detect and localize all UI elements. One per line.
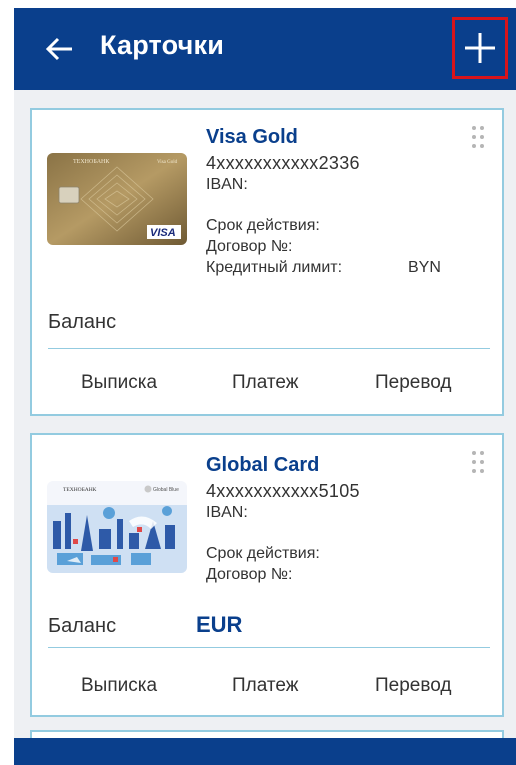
page-title: Карточки: [100, 30, 225, 60]
app-bar: Карточки: [14, 8, 516, 90]
card-bank-text: ТЕХНОБАНК: [73, 159, 110, 165]
statement-button[interactable]: Выписка: [81, 372, 157, 394]
transfer-button[interactable]: Перевод: [375, 372, 451, 394]
app-screen: Карточки ТЕХНОБАНК Visa Gold VISA Visa G…: [0, 0, 516, 765]
statement-button[interactable]: Выписка: [81, 675, 157, 697]
card-info: Global Card 4xxxxxxxxxxx5105 IBAN: Срок …: [206, 454, 360, 585]
payment-button[interactable]: Платеж: [232, 372, 298, 394]
card-product-text: Global Blue: [153, 487, 179, 493]
card-number: 4xxxxxxxxxxx2336: [206, 153, 360, 173]
card-info: Visa Gold 4xxxxxxxxxxx2336 IBAN: Срок де…: [206, 126, 456, 278]
iban-label: IBAN:: [206, 504, 248, 521]
card-item-visa-gold[interactable]: ТЕХНОБАНК Visa Gold VISA Visa Gold 4xxxx…: [30, 108, 504, 416]
card-bank-text: ТЕХНОБАНК: [63, 487, 97, 493]
balance-currency: EUR: [196, 612, 243, 637]
iban-label: IBAN:: [206, 176, 248, 193]
drag-handle-icon[interactable]: [470, 449, 486, 475]
card-actions: Выписка Платеж Перевод: [32, 372, 506, 402]
balance-label: Баланс: [48, 311, 117, 333]
card-image-visa-gold: ТЕХНОБАНК Visa Gold VISA: [47, 153, 187, 245]
card-item-global-card[interactable]: ТЕХНОБАНК Global Blue Global Card 4xxxxx…: [30, 433, 504, 717]
divider: [48, 647, 490, 648]
balance-label: Баланс: [48, 615, 117, 637]
add-card-button[interactable]: [452, 17, 508, 79]
card-number: 4xxxxxxxxxxx5105: [206, 481, 360, 501]
contract-label: Договор №:: [206, 566, 293, 583]
drag-handle-icon[interactable]: [470, 124, 486, 150]
card-image-global-card: ТЕХНОБАНК Global Blue: [47, 481, 187, 573]
card-name: Visa Gold: [206, 126, 298, 148]
contract-label: Договор №:: [206, 238, 293, 255]
card-name: Global Card: [206, 454, 320, 476]
expiry-label: Срок действия:: [206, 545, 320, 562]
cards-list: ТЕХНОБАНК Visa Gold VISA Visa Gold 4xxxx…: [14, 90, 516, 730]
card-product-text: Visa Gold: [157, 160, 178, 165]
payment-button[interactable]: Платеж: [232, 675, 298, 697]
plus-icon: [465, 33, 495, 63]
credit-limit-currency: BYN: [408, 259, 441, 276]
status-strip: [0, 0, 516, 8]
visa-logo: VISA: [150, 227, 176, 239]
left-edge: [0, 8, 14, 765]
expiry-label: Срок действия:: [206, 217, 320, 234]
credit-limit-row: Кредитный лимит: BYN: [206, 257, 456, 278]
transfer-button[interactable]: Перевод: [375, 675, 451, 697]
credit-limit-label: Кредитный лимит:: [206, 259, 343, 276]
divider: [48, 348, 490, 349]
card-item-next[interactable]: [30, 730, 504, 738]
bottom-bar: [14, 738, 516, 765]
arrow-left-icon: [45, 37, 72, 61]
card-actions: Выписка Платеж Перевод: [32, 675, 506, 705]
back-button[interactable]: [42, 32, 76, 66]
